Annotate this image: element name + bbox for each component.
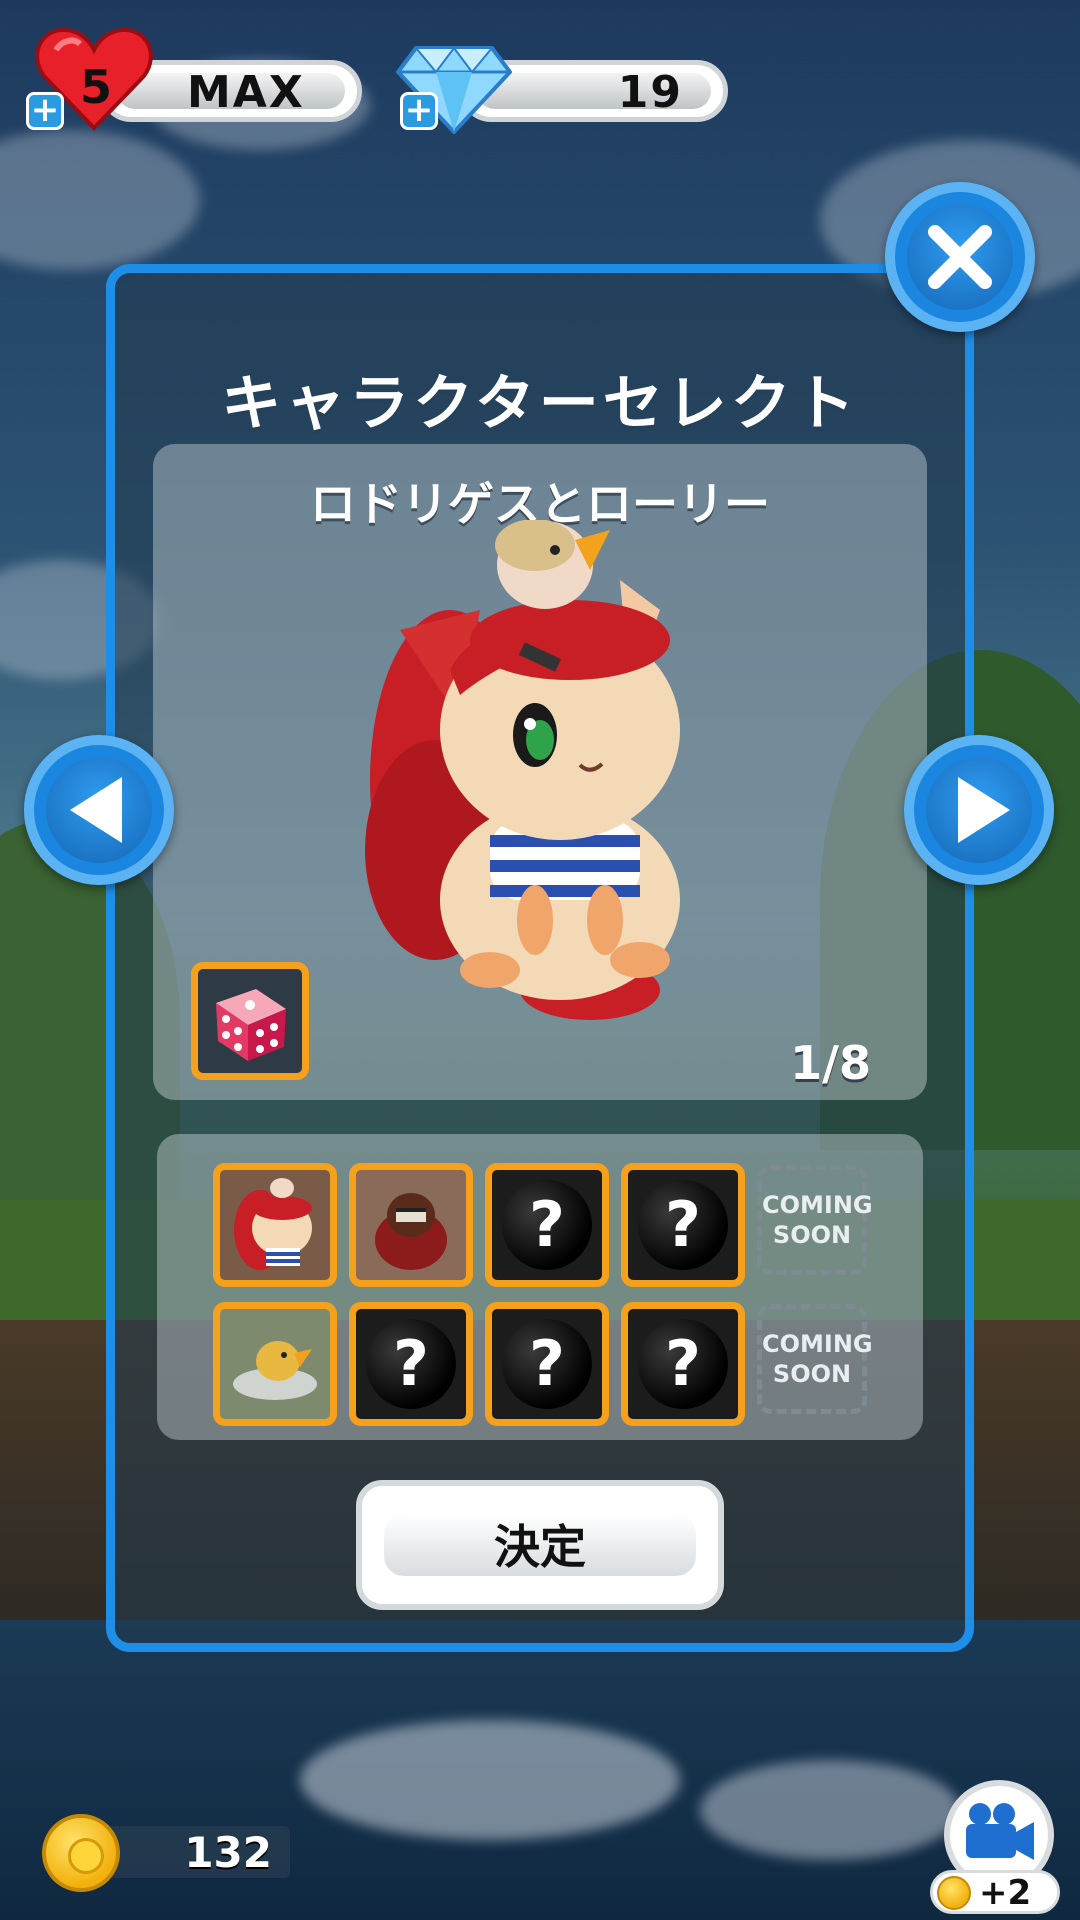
- video-reward-amount: +2: [979, 1873, 1032, 1913]
- lives-status: MAX: [187, 67, 305, 118]
- question-icon: ?: [638, 1180, 728, 1270]
- coming-label: COMING: [762, 1330, 873, 1358]
- next-character-button[interactable]: [904, 735, 1054, 885]
- coin-icon: [42, 1814, 120, 1892]
- close-icon: [928, 225, 992, 289]
- page-title: キャラクターセレクト: [221, 369, 859, 439]
- page-counter: 1/8: [790, 1036, 871, 1090]
- character-slot-locked[interactable]: ?: [621, 1163, 745, 1287]
- confirm-button[interactable]: 決定: [356, 1480, 724, 1610]
- character-slot-locked[interactable]: ?: [485, 1163, 609, 1287]
- arrow-left-icon: [70, 777, 122, 843]
- coin-bar: 132: [90, 1826, 290, 1878]
- coin-count: 132: [184, 1828, 272, 1877]
- lives-count: 5: [80, 60, 113, 114]
- soon-label: SOON: [772, 1221, 852, 1249]
- question-icon: ?: [366, 1319, 456, 1409]
- coming-soon-slot: COMING SOON: [757, 1304, 873, 1414]
- coming-soon-slot: COMING SOON: [757, 1165, 873, 1275]
- previous-character-button[interactable]: [24, 735, 174, 885]
- character-slot-locked[interactable]: ?: [621, 1302, 745, 1426]
- random-character-button[interactable]: [191, 962, 309, 1080]
- character-slot-2[interactable]: [349, 1163, 473, 1287]
- character-illustration: [340, 519, 740, 1020]
- add-lives-button[interactable]: +: [26, 92, 64, 130]
- gems-count: 19: [617, 67, 683, 118]
- add-gems-button[interactable]: +: [400, 92, 438, 130]
- question-icon: ?: [638, 1319, 728, 1409]
- dice-icon: [216, 989, 286, 1061]
- arrow-right-icon: [958, 777, 1010, 843]
- coming-label: COMING: [762, 1191, 873, 1219]
- confirm-label: 決定: [384, 1514, 696, 1576]
- video-reward-pill: +2: [930, 1870, 1060, 1914]
- character-slot-locked[interactable]: ?: [349, 1302, 473, 1426]
- character-slot-locked[interactable]: ?: [485, 1302, 609, 1426]
- question-icon: ?: [502, 1180, 592, 1270]
- soon-label: SOON: [772, 1360, 852, 1388]
- coin-icon: [937, 1876, 971, 1910]
- close-button[interactable]: [885, 182, 1035, 332]
- character-slot-bird[interactable]: [213, 1302, 337, 1426]
- question-icon: ?: [502, 1319, 592, 1409]
- character-slot-rodriguez[interactable]: [213, 1163, 337, 1287]
